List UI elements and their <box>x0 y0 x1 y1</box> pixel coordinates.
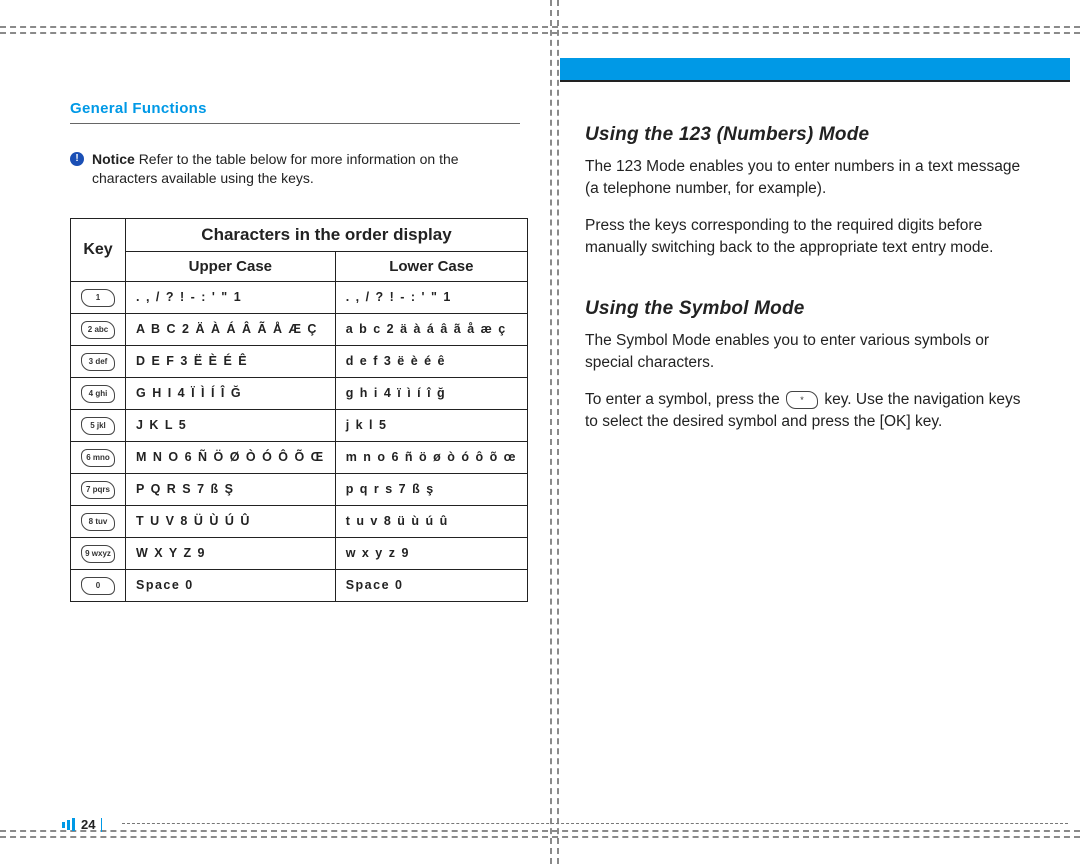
upper-case-cell: M N O 6 Ñ Ö Ø Ò Ó Ô Õ Œ <box>126 441 336 473</box>
table-row: 3 def D E F 3 Ë È É Êd e f 3 ë è é ê <box>71 345 528 377</box>
table-row: 8 tuv T U V 8 Ü Ù Ú Ût u v 8 ü ù ú û <box>71 505 528 537</box>
bottom-guideline <box>0 830 1080 838</box>
keypad-key-icon: 4 ghi <box>81 385 115 403</box>
table-row: 6 mno M N O 6 Ñ Ö Ø Ò Ó Ô Õ Œm n o 6 ñ ö … <box>71 441 528 473</box>
table-header-lower: Lower Case <box>335 251 527 281</box>
keypad-key-icon: 1 <box>81 289 115 307</box>
table-row: 7 pqrs P Q R S 7 ß Şp q r s 7 ß ş <box>71 473 528 505</box>
table-row: 1 . , / ? ! - : ' " 1. , / ? ! - : ' " 1 <box>71 281 528 313</box>
center-guideline <box>550 0 552 864</box>
paragraph: To enter a symbol, press the * key. Use … <box>585 389 1035 434</box>
key-cell: 0 <box>71 569 126 601</box>
keypad-key-icon: 3 def <box>81 353 115 371</box>
key-cell: 5 jkl <box>71 409 126 441</box>
accent-bar <box>560 58 1070 80</box>
table-header-main: Characters in the order display <box>126 218 528 251</box>
heading-symbol-mode: Using the Symbol Mode <box>585 298 1035 320</box>
top-guideline <box>0 26 1080 34</box>
lower-case-cell: a b c 2 ä à á â ã å æ ç <box>335 313 527 345</box>
lower-case-cell: j k l 5 <box>335 409 527 441</box>
star-key-icon: * <box>786 391 818 409</box>
upper-case-cell: A B C 2 Ä À Á Â Ã Å Æ Ç <box>126 313 336 345</box>
page-footer: 24 <box>62 817 102 832</box>
upper-case-cell: W X Y Z 9 <box>126 537 336 569</box>
table-row: 2 abc A B C 2 Ä À Á Â Ã Å Æ Ça b c 2 ä à … <box>71 313 528 345</box>
upper-case-cell: P Q R S 7 ß Ş <box>126 473 336 505</box>
key-cell: 7 pqrs <box>71 473 126 505</box>
lower-case-cell: w x y z 9 <box>335 537 527 569</box>
notice-text: Refer to the table below for more inform… <box>92 151 459 186</box>
lower-case-cell: m n o 6 ñ ö ø ò ó ô õ œ <box>335 441 527 473</box>
lower-case-cell: . , / ? ! - : ' " 1 <box>335 281 527 313</box>
lower-case-cell: t u v 8 ü ù ú û <box>335 505 527 537</box>
upper-case-cell: Space 0 <box>126 569 336 601</box>
text: To enter a symbol, press the <box>585 391 784 408</box>
signal-bars-icon <box>62 818 75 831</box>
keypad-key-icon: 8 tuv <box>81 513 115 531</box>
upper-case-cell: . , / ? ! - : ' " 1 <box>126 281 336 313</box>
lower-case-cell: g h i 4 ï ì í î ğ <box>335 377 527 409</box>
key-cell: 8 tuv <box>71 505 126 537</box>
key-cell: 2 abc <box>71 313 126 345</box>
notice-icon: ! <box>70 152 84 166</box>
heading-123-mode: Using the 123 (Numbers) Mode <box>585 124 1035 146</box>
table-row: 9 wxyz W X Y Z 9w x y z 9 <box>71 537 528 569</box>
upper-case-cell: D E F 3 Ë È É Ê <box>126 345 336 377</box>
footer-dashed-line <box>122 823 1068 824</box>
left-page: General Functions ! Notice Refer to the … <box>70 100 520 814</box>
paragraph: The Symbol Mode enables you to enter var… <box>585 330 1035 375</box>
keypad-key-icon: 0 <box>81 577 115 595</box>
key-cell: 9 wxyz <box>71 537 126 569</box>
table-header-key: Key <box>71 218 126 281</box>
table-row: 5 jkl J K L 5j k l 5 <box>71 409 528 441</box>
right-page: Using the 123 (Numbers) Mode The 123 Mod… <box>585 100 1035 814</box>
center-guideline <box>557 0 559 864</box>
keypad-key-icon: 9 wxyz <box>81 545 115 563</box>
notice-label: Notice <box>92 151 135 167</box>
table-row: 0 Space 0Space 0 <box>71 569 528 601</box>
section-header: General Functions <box>70 100 520 124</box>
paragraph: The 123 Mode enables you to enter number… <box>585 156 1035 201</box>
upper-case-cell: T U V 8 Ü Ù Ú Û <box>126 505 336 537</box>
keypad-key-icon: 7 pqrs <box>81 481 115 499</box>
keypad-key-icon: 6 mno <box>81 449 115 467</box>
key-cell: 3 def <box>71 345 126 377</box>
key-cell: 1 <box>71 281 126 313</box>
table-row: 4 ghi G H I 4 Ï Ì Í Î Ğg h i 4 ï ì í î ğ <box>71 377 528 409</box>
keypad-key-icon: 5 jkl <box>81 417 115 435</box>
upper-case-cell: J K L 5 <box>126 409 336 441</box>
divider <box>101 818 102 832</box>
paragraph: Press the keys corresponding to the requ… <box>585 215 1035 260</box>
table-header-upper: Upper Case <box>126 251 336 281</box>
upper-case-cell: G H I 4 Ï Ì Í Î Ğ <box>126 377 336 409</box>
keypad-key-icon: 2 abc <box>81 321 115 339</box>
key-cell: 6 mno <box>71 441 126 473</box>
key-cell: 4 ghi <box>71 377 126 409</box>
lower-case-cell: p q r s 7 ß ş <box>335 473 527 505</box>
page-number: 24 <box>81 817 95 832</box>
accent-underline <box>560 80 1070 82</box>
character-table: Key Characters in the order display Uppe… <box>70 218 528 602</box>
lower-case-cell: d e f 3 ë è é ê <box>335 345 527 377</box>
lower-case-cell: Space 0 <box>335 569 527 601</box>
notice: ! Notice Refer to the table below for mo… <box>70 150 520 188</box>
